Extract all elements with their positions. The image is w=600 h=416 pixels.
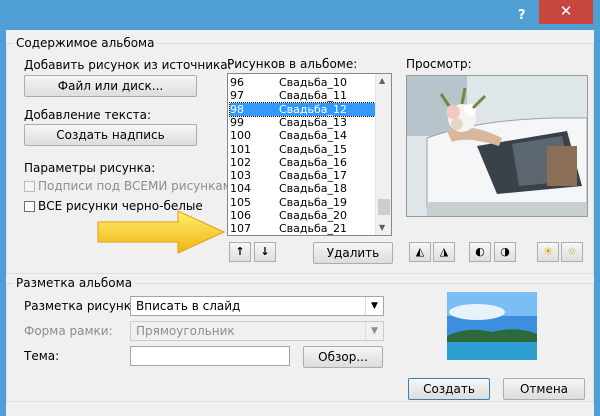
close-button[interactable]: ✕ xyxy=(539,0,593,24)
picture-number: 102 xyxy=(230,155,251,169)
picture-number: 100 xyxy=(230,129,251,143)
listbox-scrollbar[interactable]: ▲ ▼ xyxy=(375,74,391,235)
picture-number: 104 xyxy=(230,182,251,196)
brightness-up-icon: ☀ xyxy=(543,245,553,258)
add-from-label: Добавить рисунок из источника: xyxy=(24,58,232,72)
help-button[interactable]: ? xyxy=(518,8,526,23)
picture-name: Свадьба_15 xyxy=(279,142,348,156)
picture-number: 106 xyxy=(230,209,251,222)
picture-name: Свадьба_12 xyxy=(279,102,348,116)
picture-number: 98 xyxy=(230,102,244,116)
list-item[interactable]: 103 Свадьба_17 xyxy=(230,169,375,182)
contrast-up-button[interactable]: ◐ xyxy=(469,242,491,262)
picture-name: Свадьба_18 xyxy=(279,182,348,196)
picture-name: Свадьба_20 xyxy=(279,209,348,222)
list-item[interactable]: 106 Свадьба_20 xyxy=(230,209,375,222)
brightness-up-button[interactable]: ☀ xyxy=(537,242,559,262)
list-item[interactable]: 102 Свадьба_16 xyxy=(230,156,375,169)
add-text-label: Добавление текста: xyxy=(24,108,152,122)
scroll-thumb[interactable] xyxy=(378,199,390,215)
picture-number: 101 xyxy=(230,142,251,156)
picture-name: Свадьба_10 xyxy=(279,76,348,89)
picture-layout-label: Разметка рисунка: xyxy=(24,299,143,313)
album-layout-legend: Разметка альбома xyxy=(16,276,133,290)
picture-name: Свадьба_13 xyxy=(279,115,348,129)
picture-name: Свадьба_16 xyxy=(279,155,348,169)
picture-options-label: Параметры рисунка: xyxy=(24,161,156,175)
brightness-down-button[interactable]: ☼ xyxy=(561,242,583,262)
picture-number: 103 xyxy=(230,169,251,183)
picture-number: 99 xyxy=(230,115,244,129)
contrast-down-icon: ◑ xyxy=(500,245,510,258)
create-caption-button[interactable]: Создать надпись xyxy=(24,124,197,146)
picture-number: 96 xyxy=(230,76,244,89)
arrow-up-icon: ↑ xyxy=(235,245,245,258)
scroll-down-icon[interactable]: ▼ xyxy=(379,223,385,232)
rotate-right-icon: ◮ xyxy=(439,245,449,258)
create-button[interactable]: Создать xyxy=(408,378,490,400)
frame-shape-label: Форма рамки: xyxy=(24,324,113,338)
list-item[interactable]: 105 Свадьба_19 xyxy=(230,196,375,209)
move-up-button[interactable]: ↑ xyxy=(229,242,251,262)
preview-label: Просмотр: xyxy=(406,57,472,71)
scroll-up-icon[interactable]: ▲ xyxy=(379,76,385,85)
picture-layout-select[interactable]: Вписать в слайд ▼ xyxy=(130,296,384,316)
theme-input[interactable] xyxy=(130,346,290,366)
lake-thumbnail xyxy=(447,292,537,360)
list-item[interactable]: 101 Свадьба_15 xyxy=(230,143,375,156)
yellow-arrow-annotation xyxy=(97,210,226,254)
picture-number: 97 xyxy=(230,89,244,103)
picture-layout-value: Вписать в слайд xyxy=(136,299,241,313)
list-item[interactable]: 96 Свадьба_10 xyxy=(230,76,375,89)
list-item[interactable]: 98 Свадьба_12 xyxy=(229,101,376,117)
remove-button[interactable]: Удалить xyxy=(313,242,393,264)
picture-number: 105 xyxy=(230,195,251,209)
move-down-button[interactable]: ↓ xyxy=(254,242,276,262)
picture-name: Свадьба_21 xyxy=(279,222,348,236)
frame-shape-value: Прямоугольник xyxy=(136,324,235,338)
rotate-left-icon: ◭ xyxy=(415,245,425,258)
wedding-car-photo xyxy=(407,76,587,216)
layout-preview-image xyxy=(447,292,537,360)
picture-number: 107 xyxy=(230,222,251,236)
picture-name: Свадьба_11 xyxy=(279,89,348,103)
rotate-right-button[interactable]: ◮ xyxy=(433,242,455,262)
list-item[interactable]: 99 Свадьба_13 xyxy=(230,116,375,129)
pictures-label: Рисунков в альбоме: xyxy=(227,57,358,71)
rotate-left-button[interactable]: ◭ xyxy=(409,242,431,262)
picture-name: Свадьба_14 xyxy=(279,129,348,143)
pictures-listbox[interactable]: 96 Свадьба_10 97 Свадьба_11 98 Свадьба_12 99 Св… xyxy=(227,73,392,236)
theme-label: Тема: xyxy=(24,349,60,363)
contrast-down-button[interactable]: ◑ xyxy=(494,242,516,262)
list-item[interactable]: 100 Свадьба_14 xyxy=(230,129,375,142)
file-or-disk-button[interactable]: Файл или диск... xyxy=(24,75,197,97)
preview-image xyxy=(406,75,588,217)
frame-shape-select[interactable]: Прямоугольник ▼ xyxy=(130,321,384,341)
chevron-down-icon[interactable]: ▼ xyxy=(365,297,383,315)
arrow-down-icon: ↓ xyxy=(260,245,270,258)
chevron-down-icon[interactable]: ▼ xyxy=(365,322,383,340)
contrast-up-icon: ◐ xyxy=(475,245,485,258)
album-content-legend: Содержимое альбома xyxy=(16,36,155,50)
list-item[interactable]: 97 Свадьба_11 xyxy=(230,89,375,102)
list-item[interactable]: 104 Свадьба_18 xyxy=(230,182,375,195)
browse-button[interactable]: Обзор... xyxy=(303,346,383,368)
black-white-checkbox[interactable] xyxy=(24,201,35,212)
captions-checkbox[interactable] xyxy=(24,181,35,192)
picture-name: Свадьба_17 xyxy=(279,169,348,183)
picture-name: Свадьба_19 xyxy=(279,195,348,209)
list-item[interactable]: 107 Свадьба_21 xyxy=(230,222,375,235)
brightness-down-icon: ☼ xyxy=(567,245,577,258)
title-bar: ? ✕ xyxy=(0,0,600,30)
captions-label: Подписи под ВСЕМИ рисунками xyxy=(38,179,240,193)
cancel-button[interactable]: Отмена xyxy=(503,378,585,400)
